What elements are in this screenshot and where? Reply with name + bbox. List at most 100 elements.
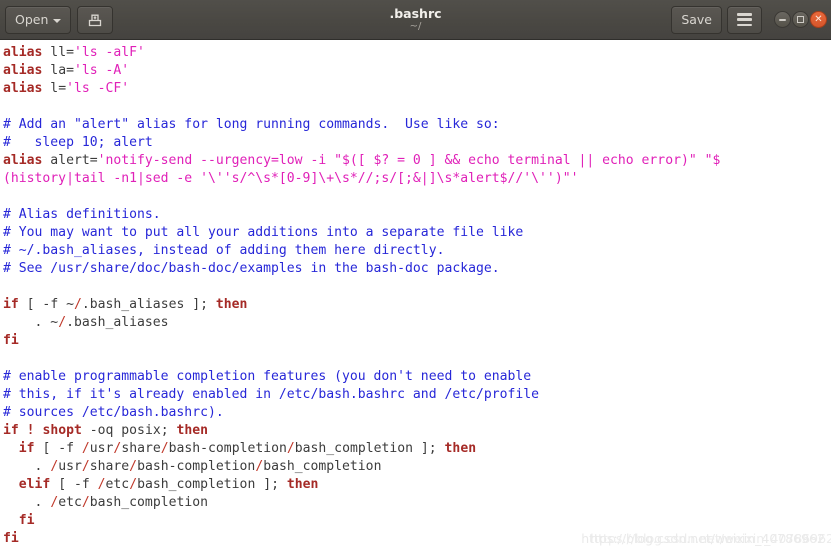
code-line: if [ -f /usr/share/bash-completion/bash_…: [3, 440, 831, 458]
code-token: 'ls -A': [73, 63, 130, 78]
code-line: ​: [3, 98, 831, 116]
code-token: bash_completion ];: [137, 477, 287, 492]
code-token: shopt: [42, 423, 82, 438]
code-token: /: [129, 477, 138, 492]
code-line: elif [ -f /etc/bash_completion ]; then: [3, 476, 831, 494]
code-token: .: [3, 495, 51, 510]
code-line: . ~/.bash_aliases: [3, 314, 831, 332]
code-token: if: [3, 423, 19, 438]
code-line: ​: [3, 278, 831, 296]
close-button[interactable]: ✕: [810, 11, 827, 28]
code-token: then: [286, 477, 319, 492]
hamburger-menu-button[interactable]: [727, 5, 762, 34]
code-token: # You may want to put all your additions…: [3, 225, 524, 240]
code-line: ​: [3, 350, 831, 368]
code-token: alias: [3, 81, 43, 96]
code-token: fi: [3, 531, 19, 546]
minimize-button[interactable]: [774, 11, 791, 28]
code-token: /: [81, 441, 90, 456]
code-token: then: [176, 423, 209, 438]
open-button[interactable]: Open: [5, 5, 72, 34]
code-token: alert=: [42, 153, 98, 168]
code-token: fi: [3, 333, 19, 348]
code-token: alias: [3, 45, 43, 60]
code-token: l=: [42, 81, 67, 96]
code-line: alias la='ls -A': [3, 62, 831, 80]
code-token: /: [97, 477, 106, 492]
page-title: .bashrc: [389, 6, 442, 21]
maximize-button[interactable]: [792, 11, 809, 28]
code-token: # ~/.bash_aliases, instead of adding the…: [3, 243, 445, 258]
code-token: [ -f: [34, 441, 82, 456]
code-line: # Add an "alert" alias for long running …: [3, 116, 831, 134]
code-token: . ~: [3, 315, 59, 330]
code-token: /: [73, 297, 82, 312]
code-line: (history|tail -n1|sed -e '\''s/^\s*[0-9]…: [3, 170, 831, 188]
code-token: # sleep 10; alert: [3, 135, 153, 150]
code-line: . /etc/bash_completion: [3, 494, 831, 512]
code-token: if: [18, 441, 35, 456]
code-line: # See /usr/share/doc/bash-doc/examples i…: [3, 260, 831, 278]
minimize-icon: [779, 18, 786, 21]
code-line: fi: [3, 332, 831, 350]
source-code-view[interactable]: alias ll='ls -alF' alias la='ls -A' alias …: [3, 44, 831, 548]
code-token: bash_completion: [263, 459, 382, 474]
code-token: [ -f: [50, 477, 98, 492]
code-token: .bash_aliases: [66, 315, 169, 330]
code-line: if [ -f ~/.bash_aliases ]; then: [3, 296, 831, 314]
code-token: share: [89, 459, 130, 474]
code-token: [ -f ~: [18, 297, 74, 312]
window-titlebar: Open .bashrc ~/ Save ✕: [0, 0, 831, 40]
code-token: share: [121, 441, 161, 456]
titlebar-right-actions: Save ✕: [671, 5, 827, 34]
code-token: then: [444, 441, 477, 456]
text-editor-area[interactable]: alias ll='ls -alF' alias la='ls -A' alias …: [0, 40, 831, 552]
save-as-button[interactable]: [77, 5, 114, 34]
code-token: bash-completion: [137, 459, 256, 474]
code-token: # See /usr/share/doc/bash-doc/examples i…: [3, 261, 500, 276]
code-token: -oq posix;: [81, 423, 177, 438]
code-token: usr: [58, 459, 82, 474]
code-line: ​: [3, 188, 831, 206]
code-token: etc: [58, 495, 82, 510]
hamburger-menu-icon: [737, 13, 752, 26]
code-token: bash-completion: [168, 441, 287, 456]
code-token: # sources /etc/bash.bashrc).: [3, 405, 224, 420]
close-icon: ✕: [814, 13, 823, 25]
code-token: !: [26, 423, 35, 438]
code-token: bash_completion: [89, 495, 208, 510]
code-token: /: [129, 459, 138, 474]
open-button-label: Open: [15, 12, 49, 27]
chevron-down-icon: [53, 18, 62, 23]
code-token: /: [81, 459, 90, 474]
code-line: if ! shopt -oq posix; then: [3, 422, 831, 440]
code-line: alias ll='ls -alF': [3, 44, 831, 62]
code-token: fi: [18, 513, 35, 528]
code-token: 'notify-send --urgency=low -i "$([ $? = …: [97, 153, 721, 168]
code-token: etc: [105, 477, 130, 492]
code-token: ll=: [42, 45, 74, 60]
code-token: 'ls -alF': [73, 45, 145, 60]
code-line: # ~/.bash_aliases, instead of adding the…: [3, 242, 831, 260]
code-token: /: [58, 315, 67, 330]
code-token: if: [3, 297, 19, 312]
code-token: /: [81, 495, 90, 510]
code-token: /: [286, 441, 295, 456]
code-token: (history|tail -n1|sed -e '\''s/^\s*[0-9]…: [3, 171, 579, 186]
code-token: # this, if it's already enabled in /etc/…: [3, 387, 540, 402]
code-token: /: [160, 441, 169, 456]
code-token: # Alias definitions.: [3, 207, 161, 222]
code-line: # sleep 10; alert: [3, 134, 831, 152]
code-line: fi: [3, 530, 831, 548]
code-line: # enable programmable completion feature…: [3, 368, 831, 386]
save-button[interactable]: Save: [671, 5, 722, 34]
maximize-icon: [797, 16, 804, 23]
code-line: # You may want to put all your additions…: [3, 224, 831, 242]
file-path-subtitle: ~/: [409, 21, 422, 32]
code-token: alias: [3, 63, 43, 78]
code-token: usr: [89, 441, 114, 456]
code-token: elif: [18, 477, 51, 492]
